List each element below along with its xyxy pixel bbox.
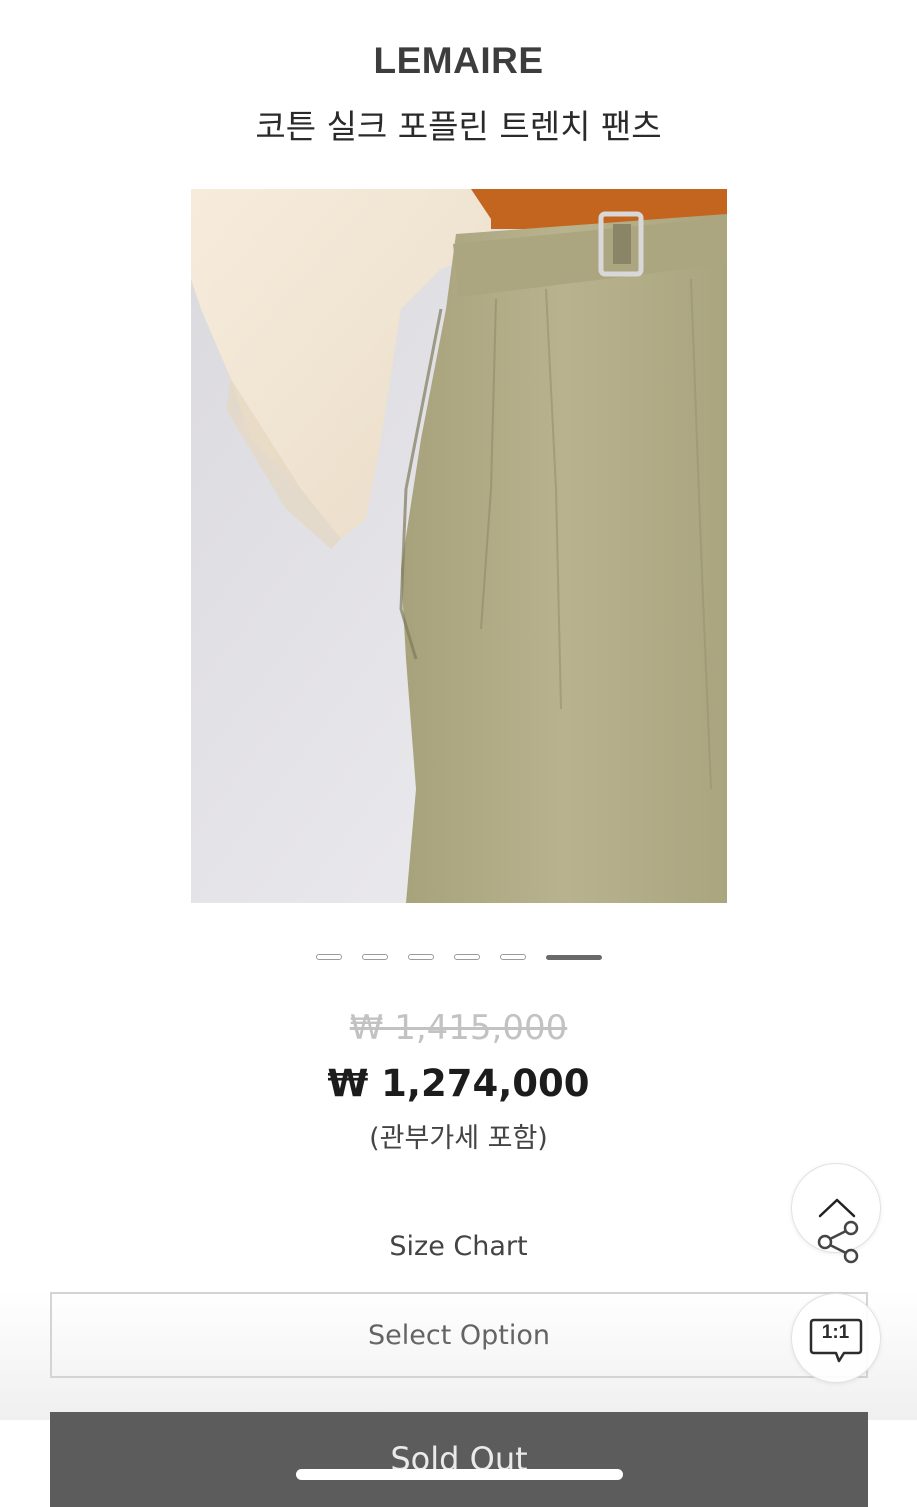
option-select-label: Select Option (368, 1319, 550, 1351)
gallery-dot[interactable] (453, 954, 480, 960)
gallery-dot-active[interactable] (545, 954, 602, 960)
gallery-dot[interactable] (499, 954, 526, 960)
product-title: 코튼 실크 포플린 트렌치 팬츠 (255, 107, 662, 146)
product-image[interactable] (191, 189, 727, 903)
gallery-dot[interactable] (407, 954, 434, 960)
sold-out-button[interactable]: Sold Out (50, 1412, 868, 1507)
size-chart-link[interactable]: Size Chart (0, 1231, 917, 1262)
home-indicator (296, 1469, 623, 1480)
brand-name: LEMAIRE (373, 40, 544, 81)
original-price: ₩ 1,415,000 (349, 1008, 568, 1048)
sale-price: ₩ 1,274,000 (327, 1062, 590, 1105)
gallery-pagination[interactable] (0, 951, 917, 963)
gallery-dot[interactable] (315, 954, 342, 960)
chat-button-label: 1:1 (821, 1322, 850, 1343)
option-select[interactable]: Select Option (50, 1292, 868, 1378)
tax-note: (관부가세 포함) (369, 1123, 548, 1154)
share-icon[interactable] (815, 1220, 865, 1266)
gallery-dot[interactable] (361, 954, 388, 960)
